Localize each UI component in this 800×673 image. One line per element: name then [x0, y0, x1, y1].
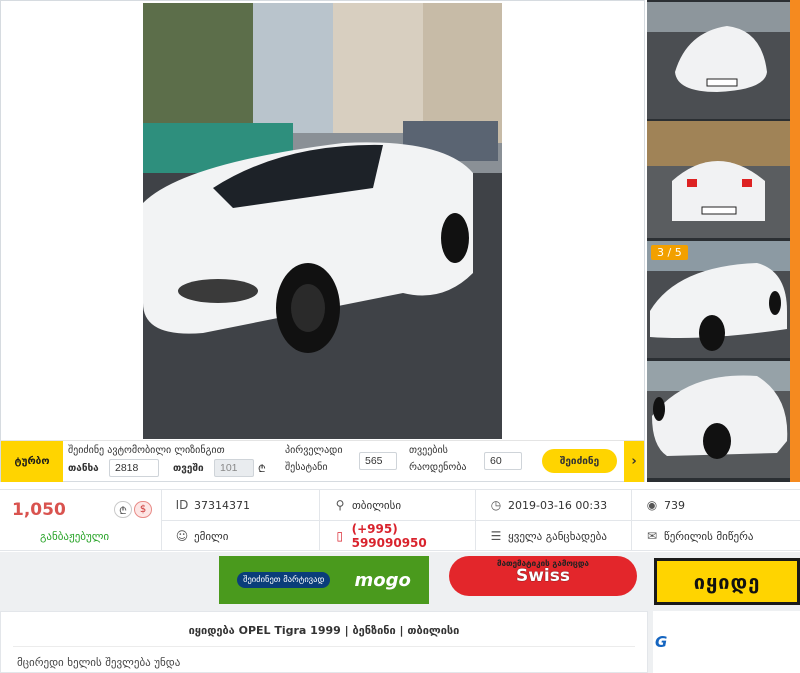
- leasing-calculator: ტურბო შეიძინე ავტომობილი ლიზინგით თანხა …: [1, 440, 644, 482]
- photo-counter: 3 / 5: [651, 245, 688, 260]
- write-message-link[interactable]: ✉ წერილის მიწერა: [640, 521, 800, 551]
- description-text: მცირედი ხელის შევლება უნდა: [17, 656, 181, 669]
- listing-id: ID 37314371: [170, 490, 320, 520]
- thumbnail-4[interactable]: [647, 361, 790, 478]
- all-listings-link[interactable]: ☰ ყველა განცხადება: [484, 521, 632, 551]
- initial-payment-input[interactable]: [359, 452, 397, 470]
- monthly-label: თვეში: [173, 463, 204, 474]
- thumbnail-scrollbar[interactable]: [790, 0, 800, 482]
- price: 1,050: [12, 500, 66, 520]
- views-value: 739: [664, 498, 685, 512]
- mogo-logo: mogo: [354, 569, 411, 591]
- side-card: G: [653, 611, 800, 673]
- listing-page: 3 / 5 ტურბო შეიძინე ავტომობილი ლიზინგით …: [0, 0, 800, 673]
- currency-gel-button[interactable]: ₾: [114, 501, 132, 518]
- months-label-1: თვეების: [409, 445, 448, 456]
- amount-label: თანხა: [68, 463, 99, 474]
- date-value: 2019-03-16 00:33: [508, 498, 608, 512]
- phone-icon: ▯: [336, 529, 344, 543]
- thumbnail-1[interactable]: [647, 2, 790, 119]
- write-message-label[interactable]: წერილის მიწერა: [664, 530, 753, 543]
- leasing-buy-button[interactable]: შეიძინე: [542, 449, 617, 473]
- listing-info: 1,050 ₾ $ განბაჟებული ID 37314371 ⚲ თბილ…: [0, 489, 800, 551]
- swiss-ad-brand: Swiss: [515, 566, 570, 586]
- all-listings-label[interactable]: ყველა განცხადება: [508, 530, 607, 543]
- initial-label-1: პირველადი: [285, 445, 343, 456]
- turbo-logo: ტურბო: [1, 441, 63, 482]
- mogo-ad[interactable]: შეიძინეთ მარტივად mogo: [219, 556, 429, 604]
- id-icon: ID: [175, 498, 189, 512]
- seller: ☺ ემილი: [170, 521, 320, 551]
- mogo-ad-text: შეიძინეთ მარტივად: [237, 572, 331, 588]
- months-label-2: რაოდენობა: [409, 462, 467, 473]
- clock-icon: ◷: [490, 498, 502, 512]
- user-icon: ☺: [175, 529, 189, 543]
- main-car-photo[interactable]: [143, 3, 502, 439]
- swiss-ad-top-text: მათემატიკის გამოცდა: [497, 559, 589, 568]
- thumbnail-2[interactable]: [647, 121, 790, 238]
- customs-status: განბაჟებული: [40, 530, 110, 543]
- leasing-title: შეიძინე ავტომობილი ლიზინგით: [68, 445, 225, 456]
- divider: [13, 646, 635, 647]
- amount-input[interactable]: [109, 459, 159, 477]
- currency-usd-button[interactable]: $: [134, 501, 152, 518]
- listing-title: იყიდება OPEL Tigra 1999 | ბენზინი | თბილ…: [188, 624, 460, 637]
- thumbnail-strip: 3 / 5: [647, 0, 800, 482]
- description-card: იყიდება OPEL Tigra 1999 | ბენზინი | თბილ…: [0, 611, 648, 673]
- side-logo: G: [655, 633, 668, 651]
- location-value: თბილისი: [352, 498, 402, 512]
- gallery: [0, 0, 645, 482]
- envelope-icon: ✉: [646, 529, 658, 543]
- seller-name: ემილი: [194, 529, 229, 543]
- phone-number[interactable]: (+995) 599090950: [352, 522, 475, 550]
- phone[interactable]: ▯ (+995) 599090950: [328, 521, 476, 551]
- buy-ad[interactable]: იყიდე: [654, 558, 800, 605]
- location-pin-icon: ⚲: [335, 498, 345, 512]
- chevron-right-icon[interactable]: ›: [624, 441, 644, 482]
- date: ◷ 2019-03-16 00:33: [484, 490, 632, 520]
- location: ⚲ თბილისი: [328, 490, 476, 520]
- initial-label-2: შესატანი: [285, 462, 328, 473]
- views: ◉ 739: [640, 490, 800, 520]
- months-input[interactable]: [484, 452, 522, 470]
- eye-icon: ◉: [646, 498, 658, 512]
- listing-id-value: 37314371: [194, 498, 250, 512]
- thumbnail-3[interactable]: 3 / 5: [647, 241, 790, 358]
- list-icon: ☰: [490, 529, 502, 543]
- price-block: 1,050 ₾ $ განბაჟებული: [0, 490, 162, 551]
- swiss-ad[interactable]: მათემატიკის გამოცდა Swiss: [449, 556, 637, 596]
- monthly-input: [214, 459, 254, 477]
- gel-icon: ₾: [258, 464, 266, 475]
